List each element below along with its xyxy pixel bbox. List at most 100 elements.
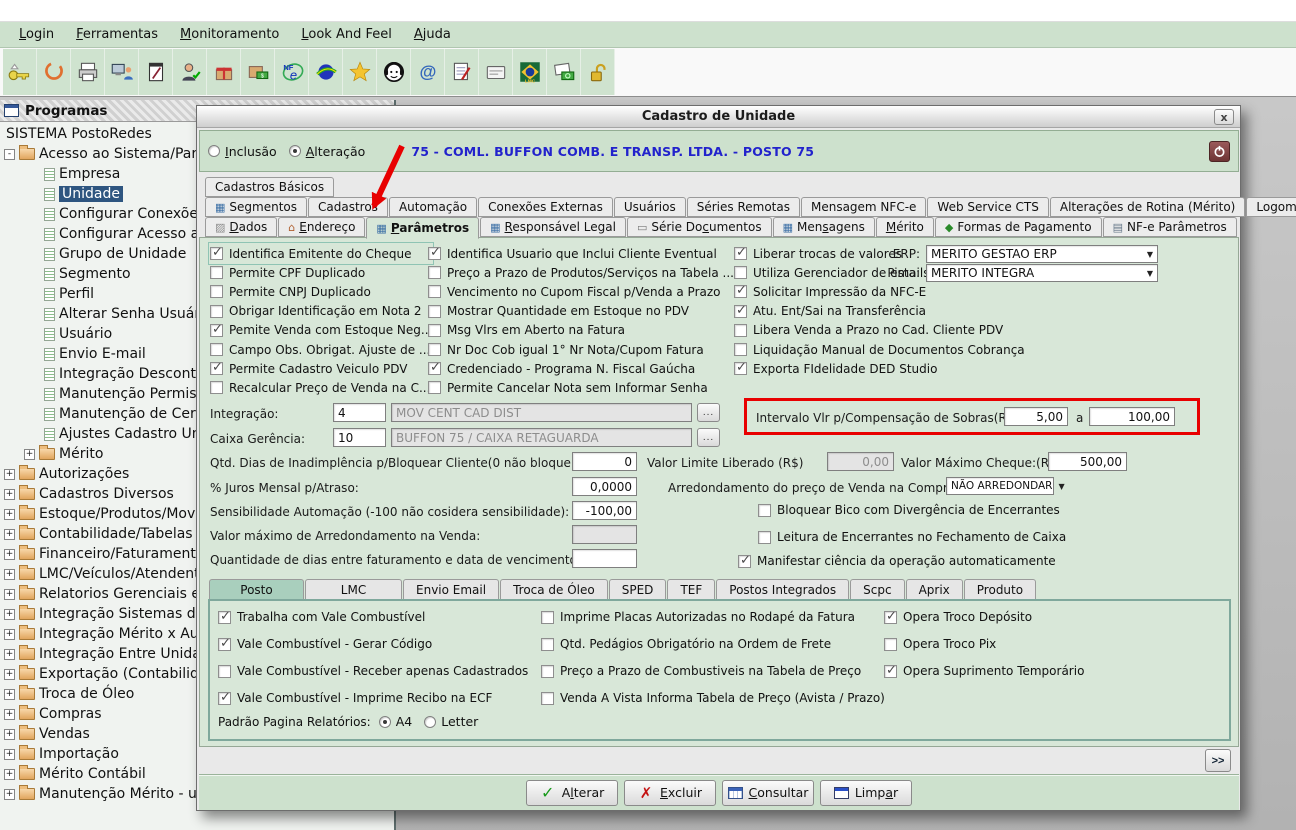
- param-checkbox[interactable]: Permite Cadastro Veiculo PDV: [210, 359, 432, 378]
- subtab[interactable]: Scpc: [850, 579, 904, 600]
- intervalo-to-field[interactable]: 100,00: [1089, 407, 1175, 426]
- sensibilidade-field[interactable]: -100,00: [572, 501, 637, 520]
- tree-expand-toggle[interactable]: +: [4, 749, 15, 760]
- param-checkbox[interactable]: Msg Vlrs em Aberto na Fatura: [428, 321, 734, 340]
- subtab[interactable]: Troca de Óleo: [500, 579, 608, 600]
- checkbox-icon[interactable]: [428, 247, 441, 260]
- toolbar-button-gift[interactable]: [207, 49, 241, 95]
- action-button[interactable]: Alterar: [526, 780, 618, 806]
- pista-select[interactable]: MERITO INTEGRA: [926, 264, 1158, 282]
- checkbox-icon[interactable]: [218, 692, 231, 705]
- tree-expand-toggle[interactable]: +: [4, 709, 15, 720]
- radio-icon[interactable]: [208, 145, 220, 157]
- mode-radio[interactable]: Inclusão: [208, 144, 277, 159]
- manifestar-checkbox[interactable]: Manifestar ciência da operação automatic…: [738, 554, 1056, 568]
- intervalo-from-field[interactable]: 5,00: [1004, 407, 1068, 426]
- tab[interactable]: ▦Segmentos: [205, 197, 307, 217]
- param-checkbox[interactable]: Recalcular Preço de Venda na C...: [210, 378, 432, 397]
- checkbox-icon[interactable]: [428, 381, 441, 394]
- tree-expand-toggle[interactable]: +: [4, 689, 15, 700]
- tree-expand-toggle[interactable]: +: [4, 789, 15, 800]
- toolbar-button-card-money[interactable]: [547, 49, 581, 95]
- tab[interactable]: Automação: [389, 197, 477, 217]
- tree-expand-toggle[interactable]: +: [4, 569, 15, 580]
- checkbox-icon[interactable]: [210, 343, 223, 356]
- arredondamento-select[interactable]: NÃO ARREDONDAR: [946, 477, 1054, 495]
- param-checkbox[interactable]: Campo Obs. Obrigat. Ajuste de ...: [210, 340, 432, 359]
- toolbar-button-lmc[interactable]: LMC: [513, 49, 547, 95]
- toolbar-button-notepad[interactable]: [139, 49, 173, 95]
- checkbox-icon[interactable]: [210, 362, 223, 375]
- record-status-button[interactable]: [1209, 141, 1230, 162]
- action-button[interactable]: Consultar: [722, 780, 814, 806]
- checkbox-icon[interactable]: [734, 285, 747, 298]
- toolbar-button-brazil[interactable]: [309, 49, 343, 95]
- checkbox-icon[interactable]: [884, 665, 897, 678]
- tab[interactable]: Alterações de Rotina (Mérito): [1050, 197, 1246, 217]
- tab[interactable]: Cadastros: [308, 197, 388, 217]
- toolbar-button-login[interactable]: [3, 49, 37, 95]
- checkbox-icon[interactable]: [758, 504, 771, 517]
- param-checkbox[interactable]: Permite Cancelar Nota sem Informar Senha: [428, 378, 734, 397]
- subtab[interactable]: Postos Integrados: [716, 579, 849, 600]
- tab[interactable]: Usuários: [614, 197, 686, 217]
- tree-expand-toggle[interactable]: +: [4, 629, 15, 640]
- checkbox-icon[interactable]: [210, 305, 223, 318]
- checkbox-icon[interactable]: [734, 305, 747, 318]
- toolbar-button-support[interactable]: [377, 49, 411, 95]
- checkbox-icon[interactable]: [210, 285, 223, 298]
- menu-item[interactable]: Login: [8, 24, 65, 45]
- param-checkbox[interactable]: Exporta FIdelidade DED Studio: [734, 359, 1025, 378]
- checkbox-icon[interactable]: [210, 266, 223, 279]
- action-button[interactable]: Excluir: [624, 780, 716, 806]
- param-checkbox[interactable]: Identifica Emitente do Cheque: [210, 244, 432, 263]
- checkbox-icon[interactable]: [738, 555, 751, 568]
- tree-expand-toggle[interactable]: +: [4, 469, 15, 480]
- posto-checkbox[interactable]: Vale Combustível - Receber apenas Cadast…: [218, 664, 528, 678]
- mode-radio[interactable]: Alteração: [289, 144, 366, 159]
- checkbox-icon[interactable]: [884, 611, 897, 624]
- param-checkbox[interactable]: Vencimento no Cupom Fiscal p/Venda a Pra…: [428, 282, 734, 301]
- radio-icon[interactable]: [424, 716, 436, 728]
- param-checkbox[interactable]: Mostrar Quantidade em Estoque no PDV: [428, 302, 734, 321]
- toolbar-button-user-check[interactable]: [173, 49, 207, 95]
- posto-checkbox[interactable]: Vale Combustível - Imprime Recibo na ECF: [218, 691, 528, 705]
- toolbar-button-notes[interactable]: [445, 49, 479, 95]
- param-checkbox[interactable]: Atu. Ent/Sai na Transferência: [734, 302, 1025, 321]
- tab[interactable]: Séries Remotas: [687, 197, 800, 217]
- leitura-checkbox[interactable]: Leitura de Encerrantes no Fechamento de …: [758, 530, 1066, 544]
- param-checkbox[interactable]: Liquidação Manual de Documentos Cobrança: [734, 340, 1025, 359]
- checkbox-icon[interactable]: [218, 665, 231, 678]
- tree-expand-toggle[interactable]: +: [4, 769, 15, 780]
- tree-expand-toggle[interactable]: +: [4, 649, 15, 660]
- tab[interactable]: ◆Formas de Pagamento: [935, 217, 1102, 237]
- subtab[interactable]: Produto: [964, 579, 1036, 600]
- toolbar-button-card[interactable]: [479, 49, 513, 95]
- checkbox-icon[interactable]: [428, 343, 441, 356]
- radio-icon[interactable]: [289, 145, 301, 157]
- checkbox-icon[interactable]: [428, 362, 441, 375]
- param-checkbox[interactable]: Identifica Usuario que Inclui Cliente Ev…: [428, 244, 734, 263]
- caixa-code-field[interactable]: 10: [333, 428, 386, 447]
- checkbox-icon[interactable]: [428, 324, 441, 337]
- tree-expand-toggle[interactable]: +: [4, 669, 15, 680]
- erp-select[interactable]: MERITO GESTAO ERP: [926, 245, 1158, 263]
- checkbox-icon[interactable]: [428, 285, 441, 298]
- tree-expand-toggle[interactable]: -: [4, 149, 15, 160]
- param-checkbox[interactable]: Nr Doc Cob igual 1° Nr Nota/Cupom Fatura: [428, 340, 734, 359]
- menu-item[interactable]: Look And Feel: [290, 24, 402, 45]
- posto-checkbox[interactable]: Trabalha com Vale Combustível: [218, 610, 528, 624]
- checkbox-icon[interactable]: [541, 638, 554, 651]
- qtd-dias-fat-field[interactable]: [572, 549, 637, 568]
- checkbox-icon[interactable]: [734, 362, 747, 375]
- expand-panel-button[interactable]: >>: [1205, 749, 1231, 772]
- tree-expand-toggle[interactable]: +: [4, 509, 15, 520]
- checkbox-icon[interactable]: [210, 381, 223, 394]
- tab[interactable]: ▭Série Documentos: [627, 217, 772, 237]
- posto-checkbox[interactable]: Opera Troco Pix: [884, 637, 1084, 651]
- checkbox-icon[interactable]: [210, 247, 223, 260]
- tab[interactable]: ▦Mensagens: [773, 217, 875, 237]
- tab[interactable]: Mensagem NFC-e: [801, 197, 926, 217]
- inadimplencia-field[interactable]: 0: [572, 452, 637, 471]
- dialog-titlebar[interactable]: Cadastro de Unidade x: [197, 106, 1240, 128]
